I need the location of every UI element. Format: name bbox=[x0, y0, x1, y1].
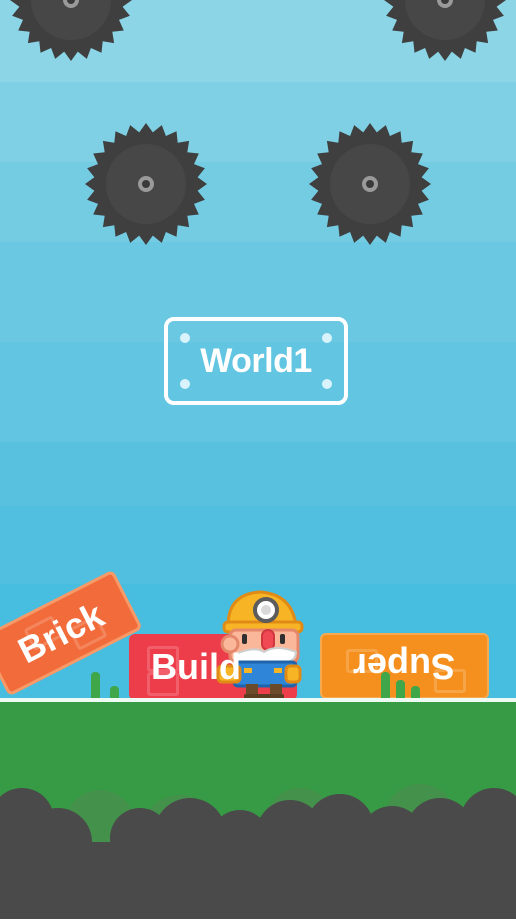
saw-blade-icon bbox=[9, 0, 133, 62]
saw-blade-icon bbox=[308, 122, 432, 246]
brick-label: Super bbox=[353, 646, 456, 687]
rock-layer bbox=[0, 760, 516, 919]
sky-band bbox=[0, 442, 516, 506]
saw-blade-icon bbox=[383, 0, 507, 62]
sky-band bbox=[0, 162, 516, 242]
sky-band bbox=[0, 506, 516, 584]
brick-label: Build bbox=[151, 646, 241, 687]
level-label: World1 bbox=[200, 341, 312, 380]
saw-blade-icon bbox=[84, 122, 208, 246]
level-sign[interactable]: World1 bbox=[164, 317, 348, 405]
ground-edge bbox=[0, 698, 516, 702]
grass-tuft-icon bbox=[91, 672, 100, 700]
sky-band bbox=[0, 82, 516, 162]
